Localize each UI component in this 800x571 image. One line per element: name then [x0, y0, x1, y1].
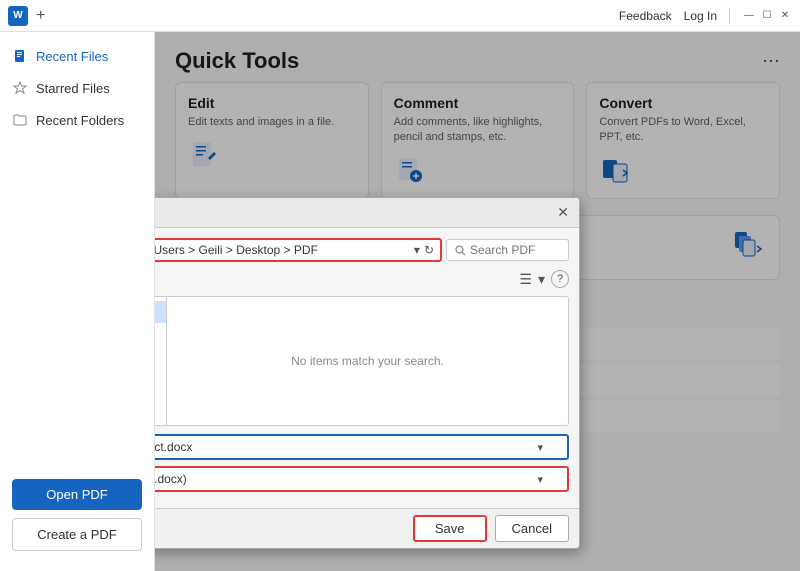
path-bar[interactable]: c (C:) > Users > Geili > Desktop > PDF ▾… [155, 238, 442, 262]
recent-files-icon [12, 48, 28, 64]
file-name-dropdown-icon[interactable]: ▾ [537, 441, 543, 454]
path-dropdown-icon[interactable]: ▾ [414, 243, 420, 257]
dialog-close-button[interactable]: ✕ [557, 204, 569, 221]
recent-folders-label: Recent Folders [36, 113, 124, 128]
path-text: c (C:) > Users > Geili > Desktop > PDF [155, 243, 410, 257]
folder-tree-documents[interactable]: 📁 Documents [155, 323, 166, 345]
dialog-buttons: Save Cancel [413, 515, 569, 542]
sidebar: Recent Files Starred Files Recent Folder… [0, 32, 155, 571]
window-controls: — ☐ ✕ [742, 9, 792, 23]
file-browser: 📁 Desktop 📁 Documents 📥 Downloads [155, 296, 569, 426]
dialog-body: ← → ↑ c (C:) > Users > Geili > Desktop >… [155, 228, 579, 508]
folder-tree-pictures[interactable]: 🖼 Pictures [155, 389, 166, 411]
dialog-overlay: Save As ✕ ← → ↑ c (C:) > Users > Geili >… [155, 32, 800, 571]
list-view-button[interactable]: ☰ [519, 271, 532, 288]
file-name-row: File name: Architect.docx ▾ [155, 434, 569, 460]
folder-tree-desktop[interactable]: 📁 Desktop [155, 301, 166, 323]
maximize-button[interactable]: ☐ [760, 9, 774, 23]
save-as-type-select[interactable]: Word(*.docx) ▾ [155, 466, 569, 492]
main-content: Quick Tools ⋯ Edit Edit texts and images… [155, 32, 800, 571]
refresh-icon[interactable]: ↻ [424, 243, 434, 257]
file-name-value: Architect.docx [155, 440, 192, 454]
separator [729, 8, 730, 24]
search-dialog-input[interactable] [470, 243, 560, 257]
save-as-type-value: Word(*.docx) [155, 472, 187, 486]
file-name-input[interactable]: Architect.docx ▾ [155, 434, 569, 460]
sidebar-item-recent-folders[interactable]: Recent Folders [0, 104, 154, 136]
save-button[interactable]: Save [413, 515, 487, 542]
recent-folders-icon [12, 112, 28, 128]
nav-bar: ← → ↑ c (C:) > Users > Geili > Desktop >… [155, 238, 569, 262]
search-dialog-icon [455, 245, 466, 256]
save-as-type-dropdown-icon[interactable]: ▾ [537, 473, 543, 486]
sidebar-item-starred-files[interactable]: Starred Files [0, 72, 154, 104]
create-pdf-button[interactable]: Create a PDF [12, 518, 142, 551]
folder-tree-videos[interactable]: 🎬 Videos [155, 411, 166, 425]
starred-files-label: Starred Files [36, 81, 110, 96]
search-dialog[interactable] [446, 239, 569, 261]
titlebar-left: W + [8, 6, 45, 26]
app-logo: W [8, 6, 28, 26]
starred-files-icon [12, 80, 28, 96]
titlebar-right: Feedback Log In — ☐ ✕ [619, 8, 792, 24]
save-as-dialog: Save As ✕ ← → ↑ c (C:) > Users > Geili >… [155, 197, 580, 549]
app-body: Recent Files Starred Files Recent Folder… [0, 32, 800, 571]
help-button[interactable]: ? [551, 270, 569, 288]
dialog-titlebar: Save As ✕ [155, 198, 579, 228]
open-pdf-button[interactable]: Open PDF [12, 479, 142, 510]
folder-tree: 📁 Desktop 📁 Documents 📥 Downloads [155, 297, 167, 425]
folder-tree-music[interactable]: 🎵 Music [155, 367, 166, 389]
sidebar-bottom: Open PDF Create a PDF [0, 467, 154, 563]
sidebar-item-recent-files[interactable]: Recent Files [0, 40, 154, 72]
detail-view-button[interactable]: ▾ [538, 271, 545, 288]
minimize-button[interactable]: — [742, 9, 756, 23]
titlebar: W + Feedback Log In — ☐ ✕ [0, 0, 800, 32]
feedback-link[interactable]: Feedback [619, 9, 672, 23]
folder-tree-downloads[interactable]: 📥 Downloads [155, 345, 166, 367]
toolbar-row: Organize ▾ New folder ☰ ▾ ? [155, 270, 569, 288]
toolbar-right: ☰ ▾ ? [519, 270, 569, 288]
login-link[interactable]: Log In [684, 9, 717, 23]
recent-files-label: Recent Files [36, 49, 108, 64]
save-as-type-row: Save as type: Word(*.docx) ▾ [155, 466, 569, 492]
cancel-button[interactable]: Cancel [495, 515, 569, 542]
no-match-text: No items match your search. [291, 354, 444, 368]
new-tab-button[interactable]: + [36, 7, 45, 25]
browser-main-area: No items match your search. [167, 297, 568, 425]
dialog-footer: ∧ Hide Folders Save Cancel [155, 508, 579, 548]
close-button[interactable]: ✕ [778, 9, 792, 23]
